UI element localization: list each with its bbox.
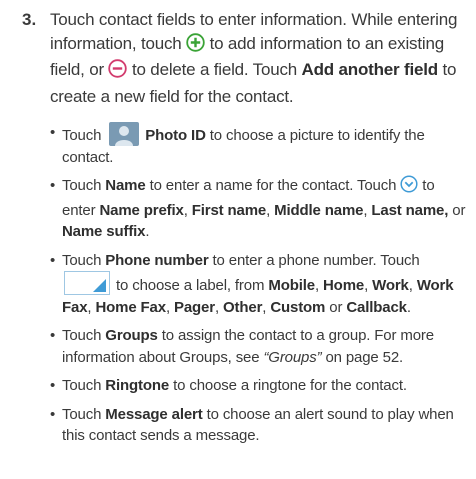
- label-home-fax: Home Fax: [95, 298, 166, 316]
- label-pager: Pager: [174, 298, 215, 316]
- text: ,: [214, 298, 223, 316]
- name-prefix-term: Name prefix: [99, 201, 184, 219]
- bullet-dot: •: [50, 251, 56, 269]
- groups-cross-reference: “Groups”: [263, 348, 322, 366]
- text: ,: [408, 277, 417, 294]
- text: to enter a name for the contact. Touch: [145, 177, 401, 194]
- text: .: [145, 223, 150, 240]
- step-3-text: Touch contact fields to enter informatio…: [50, 8, 470, 108]
- bullet-groups: • Touch Groups to assign the contact to …: [50, 325, 470, 368]
- text: Touch: [62, 377, 106, 394]
- label-home: Home: [323, 277, 365, 294]
- add-another-field-term: Add another field: [301, 60, 439, 79]
- text: ,: [165, 298, 174, 316]
- text: Touch: [62, 405, 106, 423]
- chevron-down-circle-icon: [400, 175, 418, 200]
- bullet-dot: •: [50, 405, 56, 423]
- phone-number-term: Phone number: [105, 251, 209, 269]
- label-work: Work: [372, 277, 409, 294]
- text: to enter a phone number. Touch: [208, 251, 420, 269]
- photo-id-term: Photo ID: [145, 127, 206, 144]
- bullet-dot: •: [50, 124, 56, 141]
- groups-term: Groups: [105, 327, 158, 344]
- text: Touch: [62, 251, 106, 269]
- text: ,: [266, 201, 275, 219]
- bullet-dot: •: [50, 327, 56, 344]
- message-alert-term: Message alert: [105, 405, 203, 423]
- text: to choose a ringtone for the contact.: [169, 377, 407, 394]
- text: ,: [314, 277, 323, 294]
- ringtone-term: Ringtone: [105, 377, 170, 394]
- bullet-list: • Touch Photo ID to choose a picture to …: [50, 122, 470, 454]
- label-other: Other: [223, 298, 263, 316]
- step-text-3: to delete a field. Touch: [127, 60, 302, 79]
- first-name-term: First name: [191, 201, 267, 219]
- bullet-dot: •: [50, 377, 56, 394]
- bullet-dot: •: [50, 177, 56, 194]
- plus-circle-icon: [186, 32, 205, 59]
- bullet-photo-id: • Touch Photo ID to choose a picture to …: [50, 122, 470, 168]
- person-photo-icon: [109, 122, 140, 146]
- label-selector-icon: [64, 271, 110, 295]
- name-suffix-term: Name suffix: [62, 223, 146, 240]
- label-custom: Custom: [270, 298, 326, 316]
- label-mobile: Mobile: [268, 277, 315, 294]
- bullet-ringtone: • Touch Ringtone to choose a ringtone fo…: [50, 375, 470, 397]
- text: on page 52.: [321, 348, 404, 366]
- last-name-term: Last name,: [371, 201, 449, 219]
- text: ,: [183, 201, 192, 219]
- label-callback: Callback: [346, 298, 407, 316]
- text: Touch: [62, 177, 106, 194]
- text: ,: [364, 277, 373, 294]
- bullet-phone-number: • Touch Phone number to enter a phone nu…: [50, 250, 470, 319]
- text: Touch: [62, 127, 106, 144]
- text: Touch: [62, 327, 106, 344]
- text: to choose a label, from: [112, 277, 269, 294]
- text: or: [325, 298, 347, 316]
- step-number: 3.: [22, 10, 37, 29]
- text: .: [406, 298, 411, 316]
- name-term: Name: [105, 177, 146, 194]
- bullet-name: • Touch Name to enter a name for the con…: [50, 175, 470, 243]
- middle-name-term: Middle name: [274, 201, 364, 219]
- text: or: [448, 201, 466, 219]
- bullet-message-alert: • Touch Message alert to choose an alert…: [50, 404, 470, 447]
- manual-page: 3. Touch contact fields to enter informa…: [0, 0, 476, 479]
- minus-circle-icon: [108, 59, 128, 85]
